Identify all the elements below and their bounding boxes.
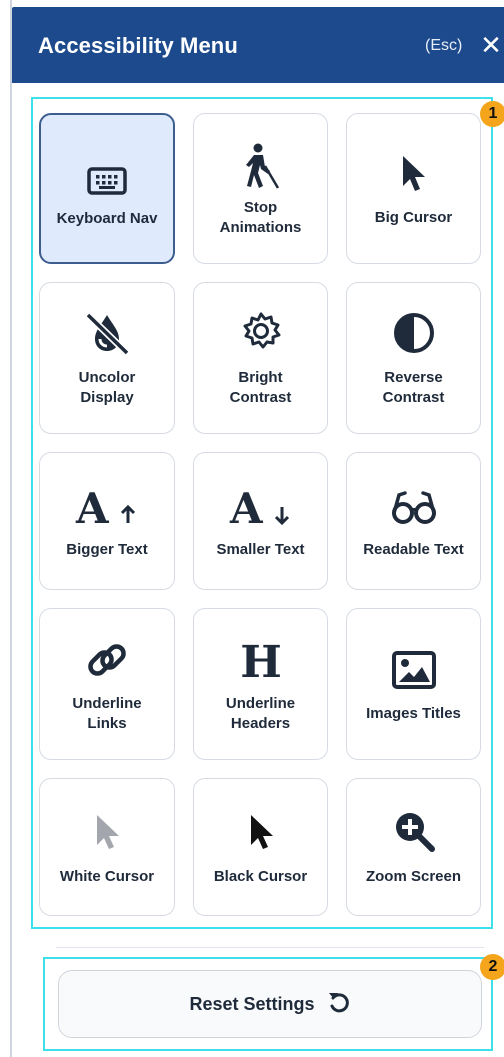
tile-label: Readable Text <box>363 541 464 558</box>
tile-label: Black Cursor <box>213 868 308 885</box>
text-smaller-icon: A <box>194 483 327 531</box>
tile-stop-animations[interactable]: Stop Animations <box>193 113 328 264</box>
tile-big-cursor[interactable]: Big Cursor <box>346 113 481 264</box>
callout-badge-1: 1 <box>480 101 504 127</box>
glasses-icon <box>347 483 480 531</box>
tile-black-cursor[interactable]: Black Cursor <box>193 778 328 916</box>
close-icon[interactable]: ✕ <box>479 31 503 59</box>
tile-label: Uncolor Display <box>78 369 136 406</box>
heading-icon: H <box>194 635 327 685</box>
white-cursor-icon <box>40 809 174 855</box>
reset-settings-button[interactable]: Reset Settings <box>58 970 482 1038</box>
svg-text:H: H <box>240 637 282 684</box>
keyboard-icon <box>41 159 173 203</box>
tile-label: Underline Links <box>72 695 142 732</box>
tile-label: Underline Headers <box>225 695 296 732</box>
tile-white-cursor[interactable]: White Cursor <box>39 778 175 916</box>
tile-uncolor-display[interactable]: Uncolor Display <box>39 282 175 434</box>
tile-label: Bigger Text <box>66 541 148 558</box>
text-bigger-icon: A <box>40 483 174 531</box>
blind-person-icon <box>194 142 327 190</box>
panel-title: Accessibility Menu <box>38 33 238 58</box>
tile-label: Images Titles <box>366 705 461 722</box>
tile-bigger-text[interactable]: A Bigger Text <box>39 452 175 590</box>
tile-label: White Cursor <box>59 868 155 885</box>
half-circle-icon <box>347 309 480 357</box>
gear-sun-icon <box>194 309 327 357</box>
black-cursor-icon <box>194 809 327 855</box>
tile-label: Reverse Contrast <box>382 369 445 406</box>
svg-text:A: A <box>229 485 264 529</box>
tile-readable-text[interactable]: Readable Text <box>346 452 481 590</box>
tile-label: Big Cursor <box>374 209 453 226</box>
callout-badge-2: 2 <box>480 954 504 980</box>
reset-settings-label: Reset Settings <box>189 993 315 1014</box>
tile-reverse-contrast[interactable]: Reverse Contrast <box>346 282 481 434</box>
cursor-icon <box>347 152 480 196</box>
tile-underline-headers[interactable]: H Underline Headers <box>193 608 328 760</box>
tile-smaller-text[interactable]: A Smaller Text <box>193 452 328 590</box>
zoom-in-icon <box>347 807 480 855</box>
divider <box>56 947 484 948</box>
esc-hint: (Esc) <box>425 37 463 54</box>
tile-underline-links[interactable]: Underline Links <box>39 608 175 760</box>
panel-header: Accessibility Menu (Esc) ✕ <box>12 7 504 83</box>
no-color-drop-icon <box>40 309 174 357</box>
tile-label: Keyboard Nav <box>56 210 158 227</box>
tile-label: Smaller Text <box>216 541 305 558</box>
image-icon <box>347 645 480 695</box>
tile-label: Stop Animations <box>219 199 302 236</box>
tile-images-titles[interactable]: Images Titles <box>346 608 481 760</box>
tile-keyboard-nav[interactable]: Keyboard Nav <box>39 113 175 264</box>
tile-label: Zoom Screen <box>365 868 462 885</box>
tile-zoom-screen[interactable]: Zoom Screen <box>346 778 481 916</box>
tile-bright-contrast[interactable]: Bright Contrast <box>193 282 328 434</box>
tile-label: Bright Contrast <box>229 369 292 406</box>
reset-icon <box>327 990 351 1019</box>
svg-text:A: A <box>75 485 110 529</box>
link-icon <box>40 635 174 685</box>
